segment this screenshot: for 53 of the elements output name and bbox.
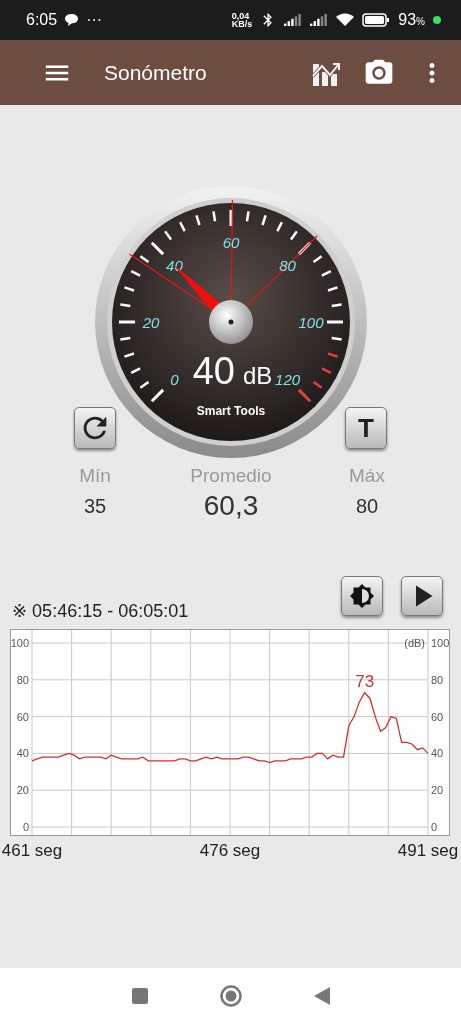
x-axis-label: 476 seg — [199, 841, 261, 860]
y-axis-label: 40 — [431, 747, 444, 760]
more-notifications: ··· — [86, 11, 103, 29]
peak-label: 73 — [355, 671, 375, 691]
scale-label: 40 — [165, 257, 183, 275]
y-axis-label: 100 — [10, 637, 29, 649]
battery-icon — [362, 13, 391, 27]
unit-label: (dB) — [404, 637, 425, 649]
stat-value: 35 — [83, 494, 107, 519]
time-range: ※ 05:46:15 - 06:05:01 — [12, 600, 190, 622]
stat-value: 60,3 — [203, 489, 259, 523]
back-icon[interactable] — [313, 987, 330, 1005]
signal-icon — [284, 13, 303, 27]
chat-bubble-icon — [65, 14, 79, 26]
scale-label: 100 — [298, 314, 323, 331]
y-axis-label: 60 — [431, 710, 444, 723]
y-axis-label: 0 — [22, 821, 29, 833]
y-axis-label: 20 — [16, 784, 29, 797]
play-button[interactable] — [401, 576, 443, 616]
decibel-reading: 40 — [192, 350, 235, 392]
scale-label: 120 — [274, 370, 300, 388]
scale-label: 20 — [142, 314, 159, 331]
y-axis-label: 80 — [16, 673, 29, 686]
text-button[interactable]: T — [345, 407, 387, 449]
y-axis-label: 0 — [431, 821, 438, 833]
clock: 6:05 — [26, 11, 58, 29]
stat-label: Promedio — [190, 464, 272, 488]
scale-label: 0 — [169, 370, 179, 388]
stat-value: 80 — [355, 494, 379, 519]
reset-button[interactable] — [74, 407, 116, 449]
x-axis-label: 461 seg — [1, 841, 63, 860]
needle-hub — [208, 300, 253, 344]
network-speed: 0,04 KB/s — [231, 12, 253, 28]
brightness-button[interactable] — [341, 576, 383, 616]
home-icon[interactable] — [219, 985, 242, 1007]
x-axis-label: 491 seg — [397, 841, 459, 860]
y-axis-label: 80 — [431, 673, 444, 686]
y-axis-label: 100 — [431, 637, 450, 649]
wifi-icon — [336, 13, 355, 27]
scale-label: 60 — [222, 234, 239, 251]
y-axis-label: 60 — [16, 710, 29, 723]
y-axis-label: 40 — [16, 747, 29, 760]
y-axis-label: 20 — [431, 784, 444, 797]
signal-icon — [310, 13, 329, 27]
brightness-icon — [349, 583, 375, 609]
status-dot-icon — [433, 16, 441, 24]
app-title: Sonómetro — [104, 60, 208, 85]
stat-label: Mín — [79, 464, 111, 488]
battery-level: 93% — [398, 11, 425, 29]
stat-label: Máx — [349, 464, 385, 488]
decibel-unit: dB — [242, 362, 272, 389]
brand-label: Smart Tools — [196, 404, 265, 418]
recents-icon[interactable] — [131, 988, 148, 1004]
